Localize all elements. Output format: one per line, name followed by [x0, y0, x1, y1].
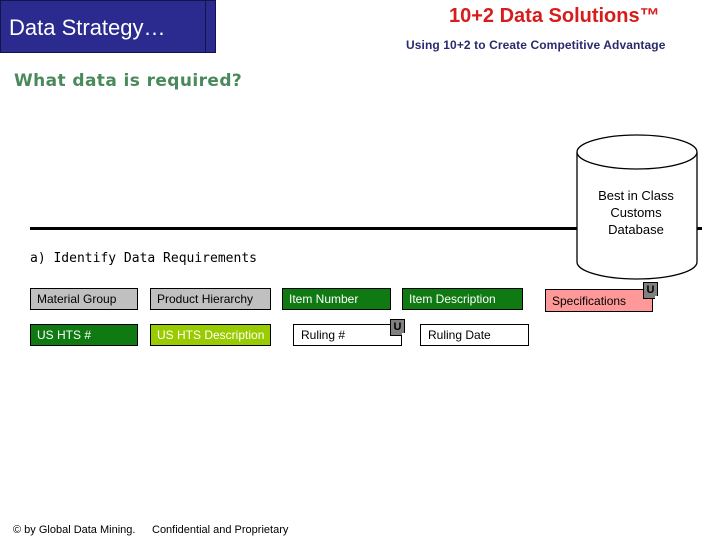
database-label-line: Customs	[610, 205, 662, 220]
field-ruling-number[interactable]: Ruling #	[293, 324, 402, 346]
field-specifications[interactable]: Specifications	[545, 289, 653, 312]
section-heading: a) Identify Data Requirements	[30, 251, 257, 266]
database-label-line: Best in Class	[598, 188, 674, 203]
title-banner: Data Strategy…	[0, 0, 216, 53]
field-us-hts-description[interactable]: US HTS Description	[150, 324, 271, 346]
title-divider	[205, 1, 206, 52]
field-product-hierarchy[interactable]: Product Hierarchy	[150, 288, 271, 310]
brand-title: 10+2 Data Solutions™	[449, 5, 660, 27]
tagline: Using 10+2 to Create Competitive Advanta…	[406, 38, 666, 52]
database-label: Best in Class Customs Database	[576, 187, 696, 238]
footer-copyright: © by Global Data Mining.	[13, 524, 136, 536]
field-us-hts-number[interactable]: US HTS #	[30, 324, 138, 346]
database-label-line: Database	[608, 222, 664, 237]
footer-confidential: Confidential and Proprietary	[152, 524, 289, 536]
page-title: Data Strategy…	[9, 15, 166, 40]
update-badge-icon: U	[390, 319, 405, 336]
field-material-group[interactable]: Material Group	[30, 288, 138, 310]
field-ruling-date[interactable]: Ruling Date	[420, 324, 529, 346]
field-item-number[interactable]: Item Number	[282, 288, 391, 310]
section-question: What data is required?	[14, 71, 243, 91]
update-badge-icon: U	[643, 282, 658, 299]
field-item-description[interactable]: Item Description	[402, 288, 523, 310]
